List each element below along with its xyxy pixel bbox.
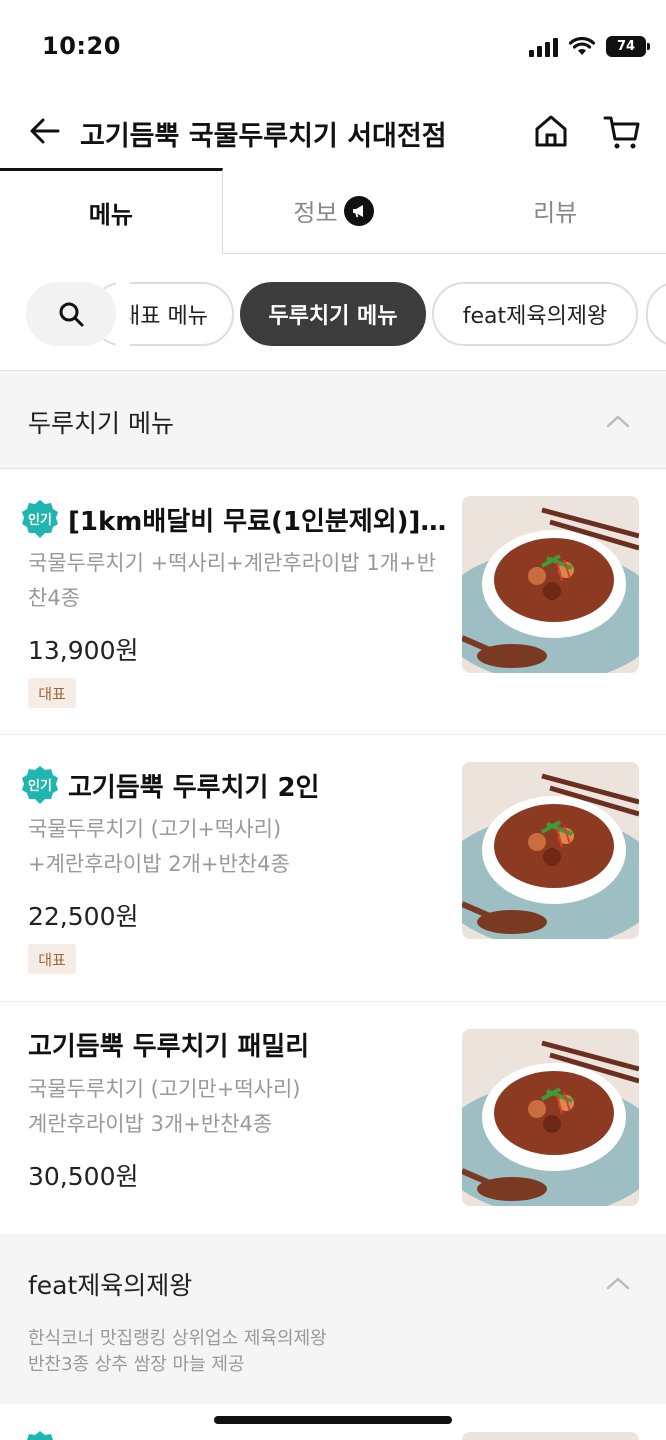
section-title: 두루치기 메뉴 — [28, 409, 174, 438]
popular-badge-icon: 인기 — [22, 500, 58, 538]
back-arrow-icon[interactable] — [28, 114, 62, 148]
food-photo[interactable] — [462, 1029, 639, 1206]
tab-menu-label: 메뉴 — [88, 201, 133, 229]
section-description-line1: 한식코너 맛집랭킹 상위업소 제육의제왕 — [28, 1328, 327, 1349]
tab-info-label: 정보 — [293, 199, 338, 227]
section-title: feat제육의제왕 — [28, 1271, 193, 1300]
popular-badge-text: 인기 — [28, 512, 52, 528]
section-header-feat-jeyuk[interactable]: feat제육의제왕 한식코너 맛집랭킹 상위업소 제육의제왕 반찬3종 상추 쌈… — [0, 1234, 666, 1404]
item-description-line2: 찬4종 — [28, 586, 81, 610]
item-name: [1km배달비 무료(1인분제외)]… — [68, 506, 447, 537]
tab-menu[interactable]: 메뉴 — [0, 168, 223, 254]
menu-item[interactable]: 인기 고기듬뿍 두루치기 2인 국물두루치기 (고기+떡사리) +계란후라이밥 … — [0, 735, 666, 1002]
representative-tag: 대표 — [28, 678, 76, 708]
menu-search-button[interactable] — [26, 282, 116, 346]
chip-feat-jeyuk[interactable]: feat제육의제왕 — [432, 282, 638, 346]
chevron-up-icon[interactable] — [606, 1276, 630, 1290]
status-bar: 10:20 74 — [0, 0, 666, 96]
item-description-line2: +계란후라이밥 2개+반찬4종 — [28, 852, 290, 876]
section-header-duruchigi[interactable]: 두루치기 메뉴 — [0, 371, 666, 469]
tab-reviews-label: 리뷰 — [533, 199, 578, 227]
tab-info[interactable]: 정보 — [222, 168, 445, 254]
item-name-row: 고기듬뿍 두루치기 패밀리 — [28, 1026, 309, 1063]
item-description-line2: 계란후라이밥 3개+반찬4종 — [28, 1112, 273, 1136]
food-photo[interactable] — [462, 762, 639, 939]
cellular-signal-icon — [529, 37, 558, 57]
chip-duruchigi-menu[interactable]: 두루치기 메뉴 — [240, 282, 426, 346]
popular-badge-text: 인기 — [28, 778, 52, 794]
item-name: 고기듬뿍 두루치기 2인 — [68, 772, 320, 803]
home-indicator[interactable] — [214, 1416, 452, 1424]
item-name-row: 인기 고기듬뿍 두루치기 2인 — [20, 765, 319, 805]
category-chip-row: 대표 메뉴 두루치기 메뉴 feat제육의제왕 — [0, 282, 666, 346]
item-price: 22,500원 — [28, 902, 139, 931]
chip-fade — [116, 282, 130, 346]
store-tabs: 메뉴 정보 리뷰 — [0, 168, 666, 254]
tab-reviews[interactable]: 리뷰 — [444, 168, 666, 254]
battery-icon: 74 — [606, 36, 650, 57]
wifi-icon — [568, 36, 596, 55]
megaphone-icon — [343, 195, 374, 226]
menu-item[interactable]: 고기듬뿍 두루치기 패밀리 국물두루치기 (고기만+떡사리) 계란후라이밥 3개… — [0, 1002, 666, 1234]
section-description-line2: 반찬3종 상추 쌈장 마늘 제공 — [28, 1354, 245, 1375]
item-name: 고기듬뿍 두루치기 패밀리 — [28, 1032, 310, 1062]
cart-icon[interactable] — [602, 112, 642, 152]
popular-badge-icon — [27, 1431, 53, 1440]
status-time: 10:20 — [42, 32, 121, 60]
item-description-line1: 국물두루치기 (고기+떡사리) — [28, 817, 282, 841]
menu-item[interactable]: 인기 [1km배달비 무료(1인분제외)]… 국물두루치기 +떡사리+계란후라이… — [0, 469, 666, 735]
store-title: 고기듬뿍 국물두루치기 서대전점 — [80, 121, 447, 152]
item-name-row: 인기 [1km배달비 무료(1인분제외)]… — [20, 499, 446, 539]
chip-next-partial[interactable] — [646, 282, 666, 346]
item-price: 30,500원 — [28, 1162, 139, 1191]
status-icons: 74 — [529, 36, 650, 57]
popular-badge-icon: 인기 — [22, 766, 58, 804]
chevron-up-icon[interactable] — [606, 414, 630, 428]
item-description-line1: 국물두루치기 +떡사리+계란후라이밥 1개+반 — [28, 551, 436, 575]
food-photo[interactable] — [462, 1432, 639, 1440]
store-header: 고기듬뿍 국물두루치기 서대전점 — [0, 100, 666, 164]
item-price: 13,900원 — [28, 636, 139, 665]
search-icon — [59, 302, 84, 327]
representative-tag: 대표 — [28, 944, 76, 974]
food-photo[interactable] — [462, 496, 639, 673]
home-icon[interactable] — [532, 112, 570, 150]
item-description-line1: 국물두루치기 (고기만+떡사리) — [28, 1077, 301, 1101]
